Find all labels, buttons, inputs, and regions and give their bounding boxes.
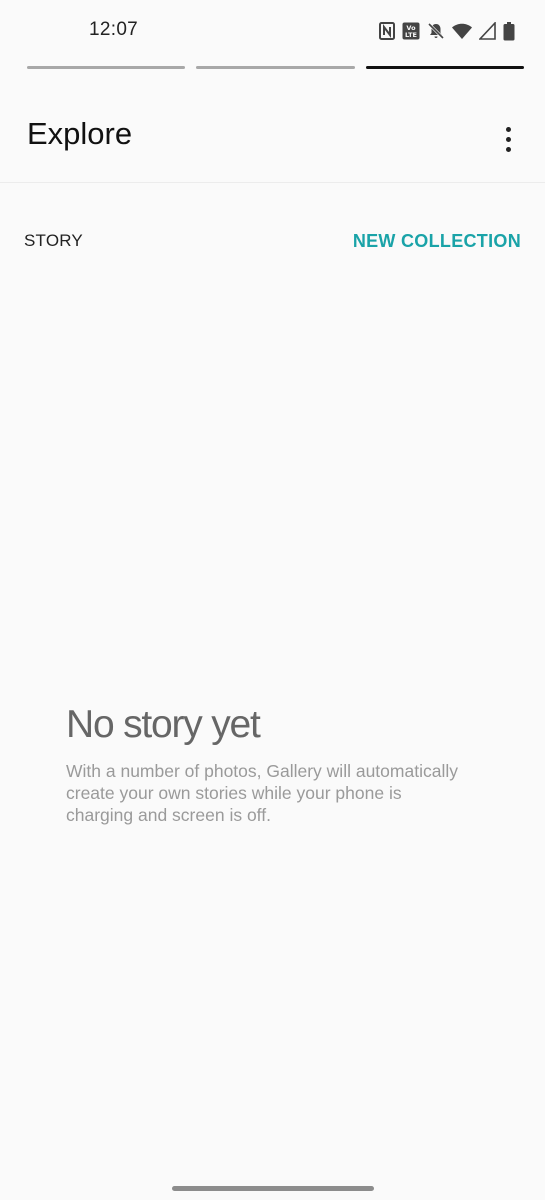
section-label: STORY bbox=[24, 231, 83, 250]
story-section-header: STORY NEW COLLECTION bbox=[24, 228, 521, 254]
battery-icon bbox=[503, 21, 515, 41]
empty-state-title: No story yet bbox=[66, 703, 261, 746]
status-bar: 12:07 Vo LTE bbox=[0, 0, 545, 60]
new-collection-button[interactable]: NEW COLLECTION bbox=[353, 231, 521, 252]
more-options-button[interactable] bbox=[493, 122, 523, 156]
page-title: Explore bbox=[27, 116, 133, 151]
app-bar: Explore bbox=[0, 72, 545, 183]
status-time: 12:07 bbox=[89, 19, 139, 40]
empty-state: No story yet With a number of photos, Ga… bbox=[66, 700, 466, 826]
nfc-icon bbox=[379, 22, 395, 40]
story-page-indicator bbox=[27, 66, 524, 70]
cellular-signal-icon bbox=[479, 22, 496, 40]
page-indicator-segment-active bbox=[365, 66, 524, 69]
status-icons: Vo LTE bbox=[379, 20, 515, 42]
notifications-off-icon bbox=[427, 22, 445, 40]
svg-text:LTE: LTE bbox=[405, 31, 417, 39]
gesture-navigation-handle[interactable] bbox=[172, 1186, 374, 1191]
wifi-icon bbox=[452, 22, 472, 40]
empty-state-description: With a number of photos, Gallery will au… bbox=[66, 761, 458, 825]
page-indicator-segment bbox=[196, 66, 355, 69]
more-vert-icon bbox=[505, 126, 511, 132]
more-vert-icon-dot bbox=[505, 146, 511, 152]
page-indicator-segment bbox=[27, 66, 186, 69]
volte-icon: Vo LTE bbox=[402, 22, 420, 40]
more-vert-icon-dot bbox=[505, 136, 511, 142]
